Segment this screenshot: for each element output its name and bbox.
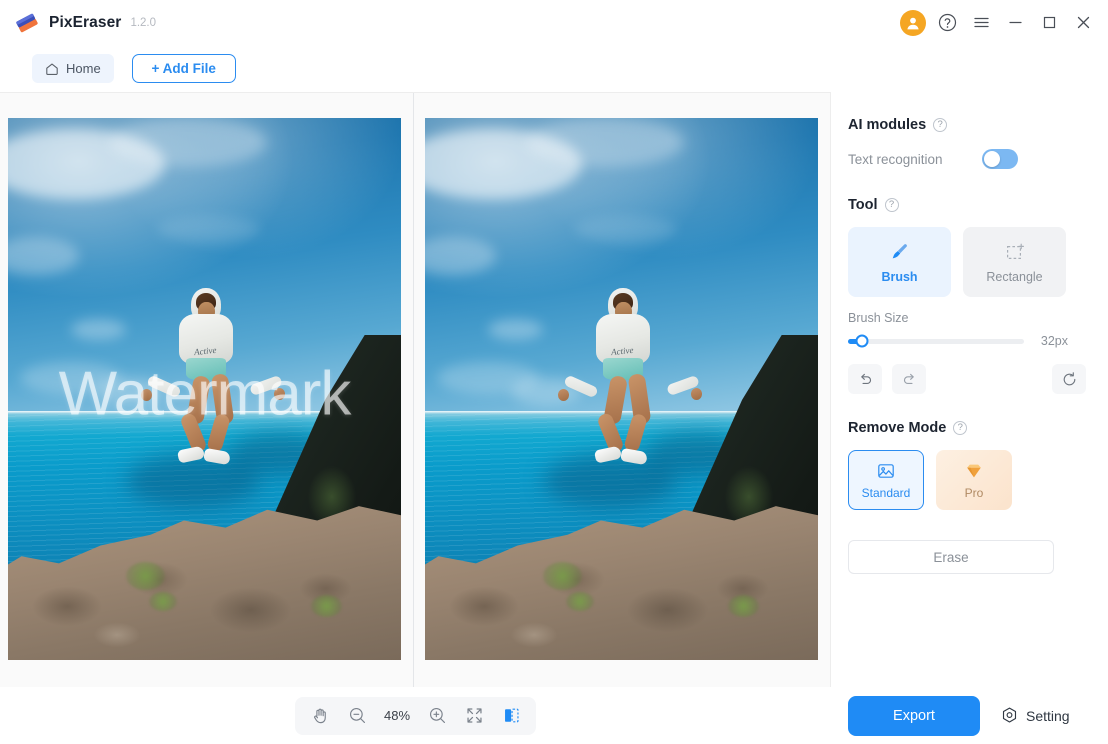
title-bar: PixEraser 1.2.0 xyxy=(0,0,1108,45)
app-version: 1.2.0 xyxy=(130,16,157,29)
text-recognition-row: Text recognition xyxy=(848,149,1018,169)
user-avatar-icon[interactable] xyxy=(900,9,926,36)
zoom-level-value[interactable]: 48% xyxy=(377,708,417,723)
help-button[interactable] xyxy=(930,6,964,40)
paintbrush-icon xyxy=(892,243,907,258)
app-name: PixEraser xyxy=(49,13,122,31)
zoom-out-button[interactable] xyxy=(340,700,374,732)
setting-label: Setting xyxy=(1026,707,1070,724)
add-file-label: + Add File xyxy=(151,61,216,76)
setting-button[interactable]: Setting xyxy=(1000,706,1070,725)
remove-mode-help-icon[interactable]: ? xyxy=(953,421,968,435)
undo-button[interactable] xyxy=(848,364,882,394)
zoom-controls: 48% xyxy=(295,696,536,735)
window-controls xyxy=(896,0,1108,45)
home-button[interactable]: Home xyxy=(32,54,114,83)
image-picture-icon xyxy=(878,463,894,478)
home-label: Home xyxy=(66,61,101,76)
add-file-button[interactable]: + Add File xyxy=(131,54,236,83)
tool-option-brush-label: Brush xyxy=(881,269,918,284)
remove-mode-standard[interactable]: Standard xyxy=(848,450,924,510)
remove-mode-heading: Remove Mode ? xyxy=(848,420,1092,436)
text-recognition-label: Text recognition xyxy=(848,151,943,167)
account-button[interactable] xyxy=(896,6,930,40)
remove-mode-title: Remove Mode xyxy=(848,420,947,436)
tool-option-brush[interactable]: Brush xyxy=(848,227,951,297)
menu-button[interactable] xyxy=(964,6,998,40)
home-icon xyxy=(46,63,58,75)
remove-mode-pro-label: Pro xyxy=(964,485,984,500)
brush-size-slider[interactable] xyxy=(848,334,1024,348)
hand-pan-icon xyxy=(313,708,326,724)
tool-title: Tool xyxy=(848,197,878,213)
tool-heading: Tool ? xyxy=(848,197,1092,213)
erase-button[interactable]: Erase xyxy=(848,540,1054,574)
app-brand: PixEraser 1.2.0 xyxy=(14,10,156,36)
brush-size-label: Brush Size xyxy=(848,311,909,325)
tool-option-rectangle-label: Rectangle xyxy=(986,269,1043,284)
fit-to-screen-icon xyxy=(466,708,482,723)
canvas-pane-before[interactable]: Active Watermark xyxy=(0,93,413,688)
zoom-in-icon xyxy=(429,707,445,724)
app-logo-icon xyxy=(14,10,40,36)
bottom-toolbar: 48% xyxy=(0,687,831,744)
hexagon-gear-icon xyxy=(1002,707,1017,723)
zoom-out-icon xyxy=(349,707,365,724)
remove-mode-standard-label: Standard xyxy=(861,485,911,500)
maximize-button[interactable] xyxy=(1032,6,1066,40)
ai-modules-heading: AI modules ? xyxy=(848,117,1092,133)
toggle-knob xyxy=(984,151,1000,167)
ai-modules-title: AI modules xyxy=(848,117,927,133)
text-recognition-toggle[interactable] xyxy=(982,149,1018,169)
remove-mode-options: Standard Pro xyxy=(848,450,1092,510)
right-panel-footer: Export Setting xyxy=(832,687,1108,744)
canvas-pane-after[interactable]: Active xyxy=(414,93,831,688)
tool-options: Brush Rectangle xyxy=(848,227,1092,297)
history-controls xyxy=(848,364,1086,394)
split-compare-icon xyxy=(504,708,519,723)
export-label: Export xyxy=(893,707,935,724)
tool-help-icon[interactable]: ? xyxy=(884,198,899,212)
dashed-rectangle-icon xyxy=(1006,243,1024,259)
reset-circular-arrow-icon xyxy=(1063,371,1075,385)
canvas-area: Active Watermark Active xyxy=(0,92,831,688)
export-button[interactable]: Export xyxy=(848,695,980,736)
redo-arrow-icon xyxy=(903,373,914,384)
brush-size-slider-row: 32px xyxy=(848,334,1068,348)
close-button[interactable] xyxy=(1066,6,1100,40)
redo-button[interactable] xyxy=(892,364,926,394)
tool-option-rectangle[interactable]: Rectangle xyxy=(963,227,1066,297)
image-after[interactable]: Active xyxy=(425,118,818,660)
remove-mode-pro[interactable]: Pro xyxy=(936,450,1012,510)
ai-modules-help-icon[interactable]: ? xyxy=(933,118,948,132)
zoom-in-button[interactable] xyxy=(420,700,454,732)
brush-size-value: 32px xyxy=(1040,334,1068,348)
pan-tool-button[interactable] xyxy=(303,700,337,732)
erase-label: Erase xyxy=(933,549,969,565)
image-before[interactable]: Active Watermark xyxy=(8,118,401,660)
brush-size-slider-thumb[interactable] xyxy=(855,334,869,348)
compare-view-button[interactable] xyxy=(494,700,528,732)
fit-to-screen-button[interactable] xyxy=(457,700,491,732)
reset-button[interactable] xyxy=(1052,364,1086,394)
diamond-gem-icon xyxy=(967,464,981,477)
right-settings-panel: AI modules ? Text recognition Tool ? Bru… xyxy=(832,45,1108,744)
undo-arrow-icon xyxy=(860,373,871,384)
minimize-button[interactable] xyxy=(998,6,1032,40)
